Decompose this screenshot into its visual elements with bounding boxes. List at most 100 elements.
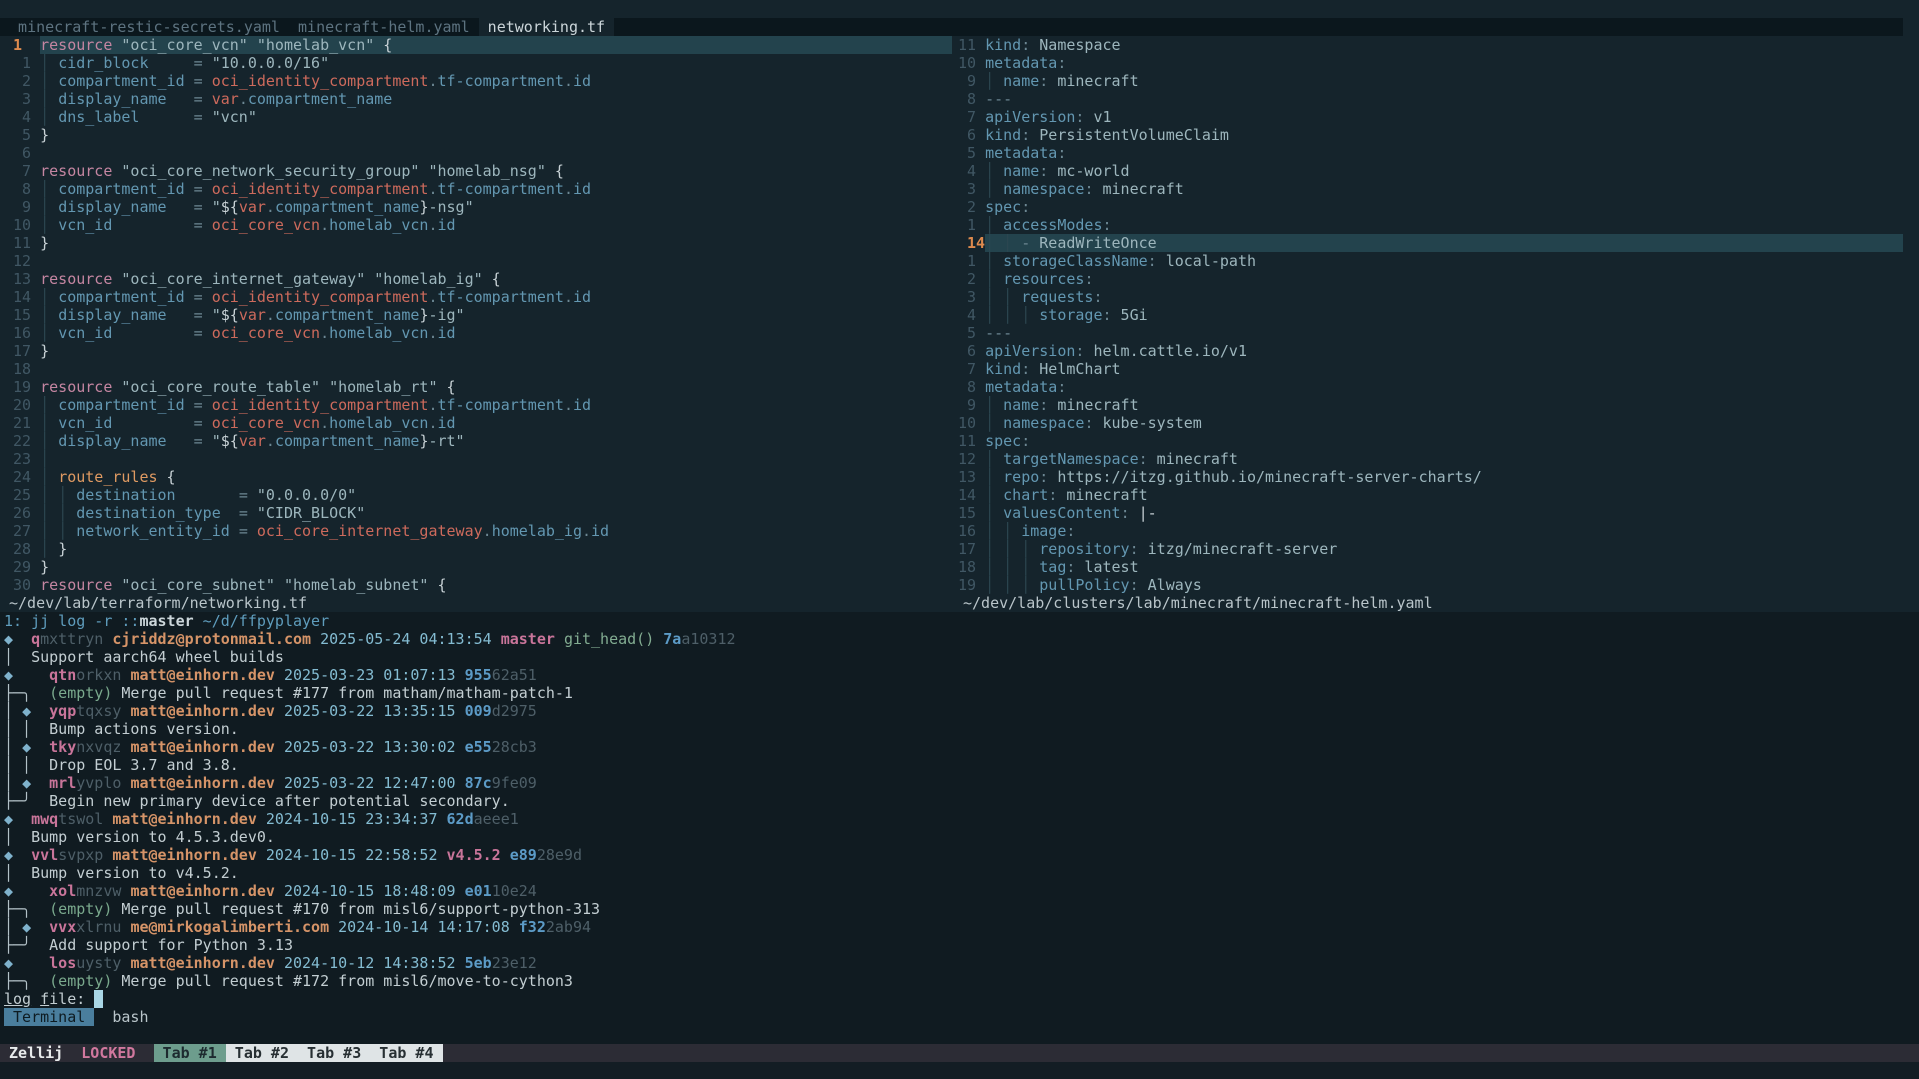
indent-guide: │ — [985, 576, 994, 594]
indent-guide: │ — [985, 414, 994, 432]
mode-indicator: LOCKED — [81, 1044, 135, 1062]
text-segment: vvl — [31, 846, 58, 864]
log-line: ◆ qtnorkxn matt@einhorn.dev 2025-03-23 0… — [4, 666, 1919, 684]
text-segment: -ig" — [428, 306, 464, 324]
text-segment — [456, 774, 465, 792]
code-text: resource "oci_core_route_table" "homelab… — [40, 378, 455, 396]
code-text: │ vcn_id = oci_core_vcn.homelab_vcn.id — [40, 414, 455, 432]
code-text: │ namespace: kube-system — [985, 414, 1202, 432]
editor-pane-minecraft-helm-yaml[interactable]: 11 kind: Namespace10 metadata: 9 │ name:… — [954, 36, 1903, 594]
buffer-tab-networking.tf[interactable]: networking.tf — [479, 18, 614, 36]
line-number: 17 — [958, 540, 985, 558]
text-segment: "vcn" — [212, 108, 257, 126]
text-segment — [275, 666, 284, 684]
text-segment: "10.0.0.0/16" — [212, 54, 329, 72]
text-segment: yvplo — [76, 774, 121, 792]
text-segment: 2024-10-12 14:38:52 — [284, 954, 456, 972]
code-line: 17 } — [4, 342, 952, 360]
log-line: │ Bump version to 4.5.3.dev0. — [4, 828, 1919, 846]
text-segment — [994, 468, 1003, 486]
text-segment — [1030, 576, 1039, 594]
text-segment: --- — [985, 90, 1012, 108]
line-number: 2 — [4, 72, 40, 90]
text-segment — [112, 414, 193, 432]
code-line: 8 │ compartment_id = oci_identity_compar… — [4, 180, 952, 198]
code-line: 7 apiVersion: v1 — [958, 108, 1903, 126]
text-segment: "homelab_subnet" — [284, 576, 429, 594]
text-segment: oci_identity_compartment — [212, 288, 429, 306]
text-segment — [49, 396, 58, 414]
text-segment: : — [1039, 72, 1048, 90]
code-line: 2 spec: — [958, 198, 1903, 216]
text-segment — [994, 576, 1003, 594]
text-segment — [994, 216, 1003, 234]
text-segment: : — [1048, 486, 1057, 504]
text-segment: v1 — [1084, 108, 1111, 126]
text-segment: matt@einhorn.dev — [130, 882, 275, 900]
text-segment: svpxp — [58, 846, 103, 864]
text-segment — [49, 522, 58, 540]
text-segment — [994, 522, 1003, 540]
indent-guide: │ — [985, 486, 994, 504]
text-segment: kube-system — [1093, 414, 1201, 432]
indent-guide: │ — [1021, 540, 1030, 558]
code-line: 9 │ name: minecraft — [958, 72, 1903, 90]
line-number: 7 — [4, 162, 40, 180]
text-segment: oci_identity_compartment — [212, 396, 429, 414]
zellij-tab-3[interactable]: Tab #3 — [298, 1044, 370, 1062]
zellij-tab-2[interactable]: Tab #2 — [226, 1044, 298, 1062]
window-tab-bash[interactable]: bash — [103, 1008, 157, 1026]
code-line: 23 │ — [4, 450, 952, 468]
text-segment — [13, 846, 31, 864]
text-segment: 10e24 — [492, 882, 537, 900]
code-line: 11 kind: Namespace — [958, 36, 1903, 54]
indent-guide: │ — [40, 450, 49, 468]
terminal-prompt-line[interactable]: log file: — [4, 990, 1919, 1008]
buffer-tab-minecraft-helm.yaml[interactable]: minecraft-helm.yaml — [289, 18, 479, 36]
text-segment: var — [212, 90, 239, 108]
line-number: 19 — [4, 378, 40, 396]
text-segment: : — [1039, 468, 1048, 486]
text-segment: "oci_core_internet_gateway" — [121, 270, 365, 288]
text-segment: "oci_core_subnet" — [121, 576, 275, 594]
text-segment: 62d — [447, 810, 474, 828]
text-segment — [13, 828, 31, 846]
code-text: } — [40, 234, 49, 252]
text-segment: homelab_vcn — [329, 414, 428, 432]
code-text: │ │ destination = "0.0.0.0/0" — [40, 486, 356, 504]
code-line: 19 resource "oci_core_route_table" "home… — [4, 378, 952, 396]
zellij-tab-4[interactable]: Tab #4 — [370, 1044, 442, 1062]
text-segment: : — [1057, 54, 1066, 72]
editor-pane-networking-tf[interactable]: 1 resource "oci_core_vcn" "homelab_vcn" … — [0, 36, 952, 594]
text-segment — [13, 630, 31, 648]
text-segment: compartment_id — [58, 180, 184, 198]
text-segment: itzg/minecraft-server — [1139, 540, 1338, 558]
indent-guide: │ — [985, 540, 994, 558]
buffer-tab-minecraft-restic-secrets.yaml[interactable]: minecraft-restic-secrets.yaml — [9, 18, 289, 36]
text-segment: Bump actions version. — [49, 720, 239, 738]
zellij-tab-1[interactable]: Tab #1 — [154, 1044, 226, 1062]
text-segment: : — [1103, 216, 1112, 234]
text-segment: resources — [1003, 270, 1084, 288]
text-segment: display_name — [58, 90, 166, 108]
code-line: 28 │ } — [4, 540, 952, 558]
graph-line: │ — [4, 648, 13, 666]
terminal-pane[interactable]: 1: jj log -r ::master ~/d/ffpyplayer ◆ q… — [0, 612, 1919, 1044]
text-segment: name — [1003, 72, 1039, 90]
text-segment: resource — [40, 378, 112, 396]
line-number: 14 — [958, 486, 985, 504]
code-line: 9 │ name: minecraft — [958, 396, 1903, 414]
line-number: 17 — [4, 342, 40, 360]
text-segment: latest — [1075, 558, 1138, 576]
code-text: │ display_name = "${var.compartment_name… — [40, 306, 464, 324]
text-segment: namespace — [1003, 414, 1084, 432]
indent-guide: │ — [58, 522, 67, 540]
indent-guide: │ — [40, 288, 49, 306]
text-segment: { — [428, 576, 446, 594]
line-number: 11 — [958, 36, 985, 54]
window-tab-Terminal[interactable]: Terminal — [4, 1008, 94, 1026]
line-number: 8 — [958, 90, 985, 108]
line-number: 1 — [958, 216, 985, 234]
text-segment: id — [591, 522, 609, 540]
code-line: 10 │ vcn_id = oci_core_vcn.homelab_vcn.i… — [4, 216, 952, 234]
